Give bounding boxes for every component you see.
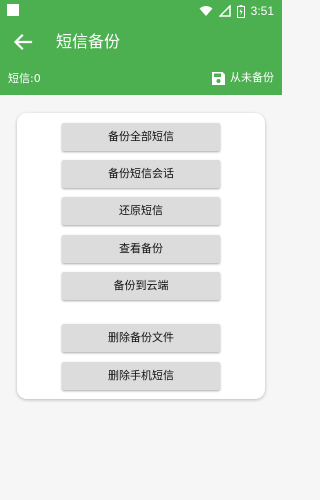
last-backup-status: 从未备份	[211, 70, 274, 86]
battery-icon	[236, 4, 245, 18]
view-backup-button[interactable]: 查看备份	[62, 235, 220, 263]
delete-backup-files-button[interactable]: 删除备份文件	[62, 324, 220, 352]
backup-all-sms-button[interactable]: 备份全部短信	[62, 123, 220, 151]
back-arrow-icon[interactable]	[12, 31, 34, 53]
sms-info-bar: 短信:0 从未备份	[0, 63, 282, 95]
restore-sms-button[interactable]: 还原短信	[62, 197, 220, 225]
wifi-icon	[199, 6, 213, 16]
last-backup-label: 从未备份	[230, 71, 274, 84]
backup-conversations-button[interactable]: 备份短信会话	[62, 160, 220, 188]
page-title: 短信备份	[56, 32, 121, 51]
signal-icon	[218, 5, 231, 17]
sms-count: 短信:0	[8, 72, 41, 85]
save-icon	[212, 71, 225, 85]
app-toolbar: 短信备份	[0, 22, 282, 63]
status-time: 3:51	[250, 4, 274, 18]
notification-icon	[7, 4, 19, 16]
actions-card: 备份全部短信 备份短信会话 还原短信 查看备份 备份到云端 删除备份文件 删除手…	[17, 113, 265, 399]
delete-phone-sms-button[interactable]: 删除手机短信	[62, 362, 220, 390]
backup-to-cloud-button[interactable]: 备份到云端	[62, 272, 220, 300]
status-bar: 3:51	[0, 0, 282, 22]
